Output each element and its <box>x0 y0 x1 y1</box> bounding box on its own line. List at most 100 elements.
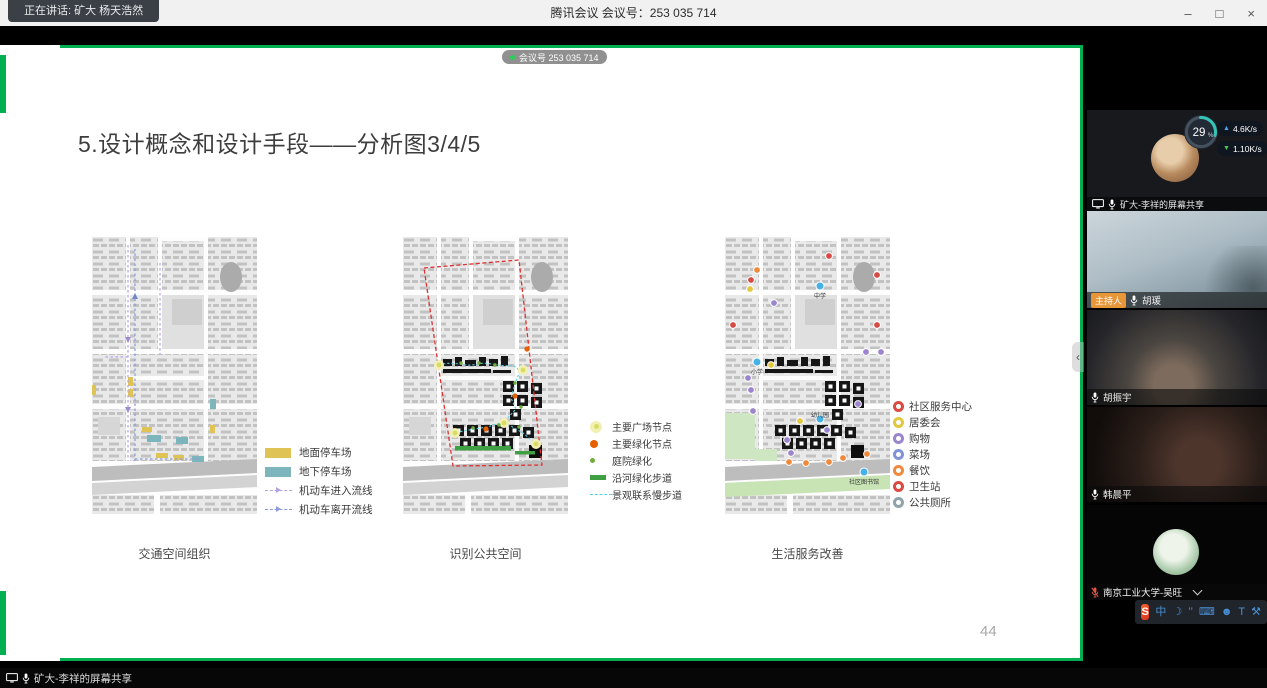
screen-share-icon <box>6 673 18 683</box>
map-traffic-image <box>92 237 257 514</box>
map-living-services: 中学 小学 幼儿园 社区图书馆 生活服务改善 <box>725 237 890 519</box>
shopping-icon <box>893 433 904 444</box>
participant-video-tile[interactable]: 主持人 胡瑗 <box>1087 211 1267 308</box>
shared-slide: 会议号 253 035 714 5.设计概念和设计手段——分析图3/4/5 <box>0 45 1083 661</box>
public-toilet-icon <box>893 497 904 508</box>
participant-label: 韩晨平 <box>1087 486 1267 502</box>
upload-arrow-icon: ▲ <box>1223 125 1230 132</box>
slide-border-bottom <box>60 658 1083 661</box>
legend-traffic: 地面停车场 地下停车场 机动车进入流线 机动车离开流线 <box>265 443 373 519</box>
meeting-id-badge: 会议号 253 035 714 <box>502 50 607 64</box>
ime-toolbar: S 中 ☽ ’’ ⌨ ☻ T ⚒ <box>1135 600 1267 624</box>
screen-share-label: 矿大-李祥的屏幕共享 <box>1087 197 1267 211</box>
tencent-meeting-window: 正在讲话: 矿大 杨天浩然 腾讯会议 会议号：253 035 714 – □ ×… <box>0 0 1267 688</box>
participant-name: 胡瑗 <box>1142 293 1161 307</box>
participant-label: 南京工业大学-吴旺 <box>1087 584 1267 600</box>
river-greenway-icon <box>590 475 606 480</box>
legend-item: 机动车进入流线 <box>265 481 373 500</box>
slide-border-left-bottom <box>0 591 6 655</box>
dining-icon <box>893 465 904 476</box>
map-caption: 交通空间组织 <box>92 545 257 562</box>
legend-item: 社区服务中心 <box>893 398 972 414</box>
ime-keyboard-icon[interactable]: ⌨ <box>1199 607 1215 618</box>
courtyard-green-icon <box>590 458 595 463</box>
map-public-space: 识别公共空间 <box>403 237 568 519</box>
sidebar-collapse-handle[interactable]: ‹ <box>1072 342 1084 372</box>
mic-icon <box>22 673 30 684</box>
minimize-button[interactable]: – <box>1184 6 1191 21</box>
bottom-status-bar: 矿大-李祥的屏幕共享 <box>0 668 1267 688</box>
map-label-primary-school: 小学 <box>751 368 763 376</box>
slide-border-left-top <box>0 55 6 113</box>
map-public-space-image <box>403 237 568 514</box>
mic-icon <box>1091 489 1099 500</box>
upload-speed: ▲ 4.6K/s <box>1217 121 1263 136</box>
map-label-kindergarten: 幼儿园 <box>811 411 829 419</box>
mic-icon <box>1130 295 1138 306</box>
participants-sidebar: 29 % ▲ 4.6K/s ▼ 1.10K/s 矿大-李祥的屏幕共享 <box>1087 26 1267 668</box>
avatar <box>1153 529 1199 575</box>
legend-item: 地下停车场 <box>265 462 373 481</box>
legend-item: 景观联系慢步道 <box>590 486 682 503</box>
legend-item: 餐饮 <box>893 462 972 478</box>
screen-share-icon <box>1092 199 1104 209</box>
ime-punctuation-icon[interactable]: ’’ <box>1188 607 1193 618</box>
window-controls: – □ × <box>1184 0 1255 26</box>
sogou-logo[interactable]: S <box>1141 604 1149 620</box>
enter-flow-arrow-icon <box>265 490 292 491</box>
legend-item: 卫生站 <box>893 478 972 494</box>
mic-muted-icon <box>1091 587 1099 598</box>
health-station-icon <box>893 481 904 492</box>
community-center-icon <box>893 401 904 412</box>
slide-title: 5.设计概念和设计手段——分析图3/4/5 <box>78 125 481 159</box>
legend-item: 购物 <box>893 430 972 446</box>
ime-emoji-icon[interactable]: ☻ <box>1221 607 1233 618</box>
cpu-percent-value: 29 <box>1193 127 1206 139</box>
plaza-node-icon <box>590 421 602 433</box>
participant-name: 南京工业大学-吴旺 <box>1103 585 1182 599</box>
legend-item: 菜场 <box>893 446 972 462</box>
participant-label: 主持人 胡瑗 <box>1087 292 1267 308</box>
legend-public-space: 主要广场节点 主要绿化节点 庭院绿化 沿河绿化步道 景观联系慢步道 <box>590 418 682 503</box>
market-icon <box>893 449 904 460</box>
online-dot-icon <box>510 55 515 60</box>
legend-item: 公共厕所 <box>893 494 972 510</box>
maximize-button[interactable]: □ <box>1216 6 1224 21</box>
legend-item: 主要广场节点 <box>590 418 682 435</box>
slide-border-top <box>60 45 1083 48</box>
ime-skin-icon[interactable]: T <box>1238 607 1245 618</box>
participant-name: 韩晨平 <box>1103 487 1132 501</box>
map-label-middle-school: 中学 <box>814 292 826 300</box>
committee-icon <box>893 417 904 428</box>
share-status-text: 矿大-李祥的屏幕共享 <box>34 671 132 686</box>
window-title: 腾讯会议 会议号：253 035 714 <box>0 0 1267 26</box>
participant-video-tile[interactable]: 南京工业大学-吴旺 <box>1087 505 1267 600</box>
landscape-path-icon <box>590 494 612 495</box>
legend-item: 主要绿化节点 <box>590 435 682 452</box>
close-button[interactable]: × <box>1247 6 1255 21</box>
map-traffic-organization: 交通空间组织 <box>92 237 257 519</box>
ground-parking-swatch-icon <box>265 448 291 458</box>
legend-item: 地面停车场 <box>265 443 373 462</box>
legend-living-services: 社区服务中心 居委会 购物 菜场 餐饮 卫生站 公共厕所 <box>893 398 972 510</box>
participant-name: 胡振宇 <box>1103 390 1132 404</box>
ime-language-icon[interactable]: 中 <box>1155 607 1166 618</box>
participant-video-tile[interactable]: 胡振宇 <box>1087 310 1267 405</box>
map-label-community-library: 社区图书馆 <box>849 478 879 486</box>
download-arrow-icon: ▼ <box>1223 145 1230 152</box>
map-caption: 识别公共空间 <box>403 545 568 562</box>
window-titlebar: 正在讲话: 矿大 杨天浩然 腾讯会议 会议号：253 035 714 – □ × <box>0 0 1267 26</box>
chevron-down-icon[interactable] <box>1193 586 1203 596</box>
underground-parking-swatch-icon <box>265 467 291 477</box>
screen-share-preview-tile[interactable]: 29 % ▲ 4.6K/s ▼ 1.10K/s <box>1087 110 1267 197</box>
map-living-services-image: 中学 小学 幼儿园 社区图书馆 <box>725 237 890 514</box>
cpu-gauge: 29 % <box>1181 112 1221 152</box>
legend-item: 沿河绿化步道 <box>590 469 682 486</box>
mic-icon <box>1091 392 1099 403</box>
ime-toolbox-icon[interactable]: ⚒ <box>1251 607 1261 618</box>
map-caption: 生活服务改善 <box>725 545 890 562</box>
green-node-icon <box>590 440 598 448</box>
ime-fullwidth-icon[interactable]: ☽ <box>1172 607 1182 618</box>
legend-item: 机动车离开流线 <box>265 500 373 519</box>
participant-video-tile[interactable]: 韩晨平 <box>1087 407 1267 502</box>
